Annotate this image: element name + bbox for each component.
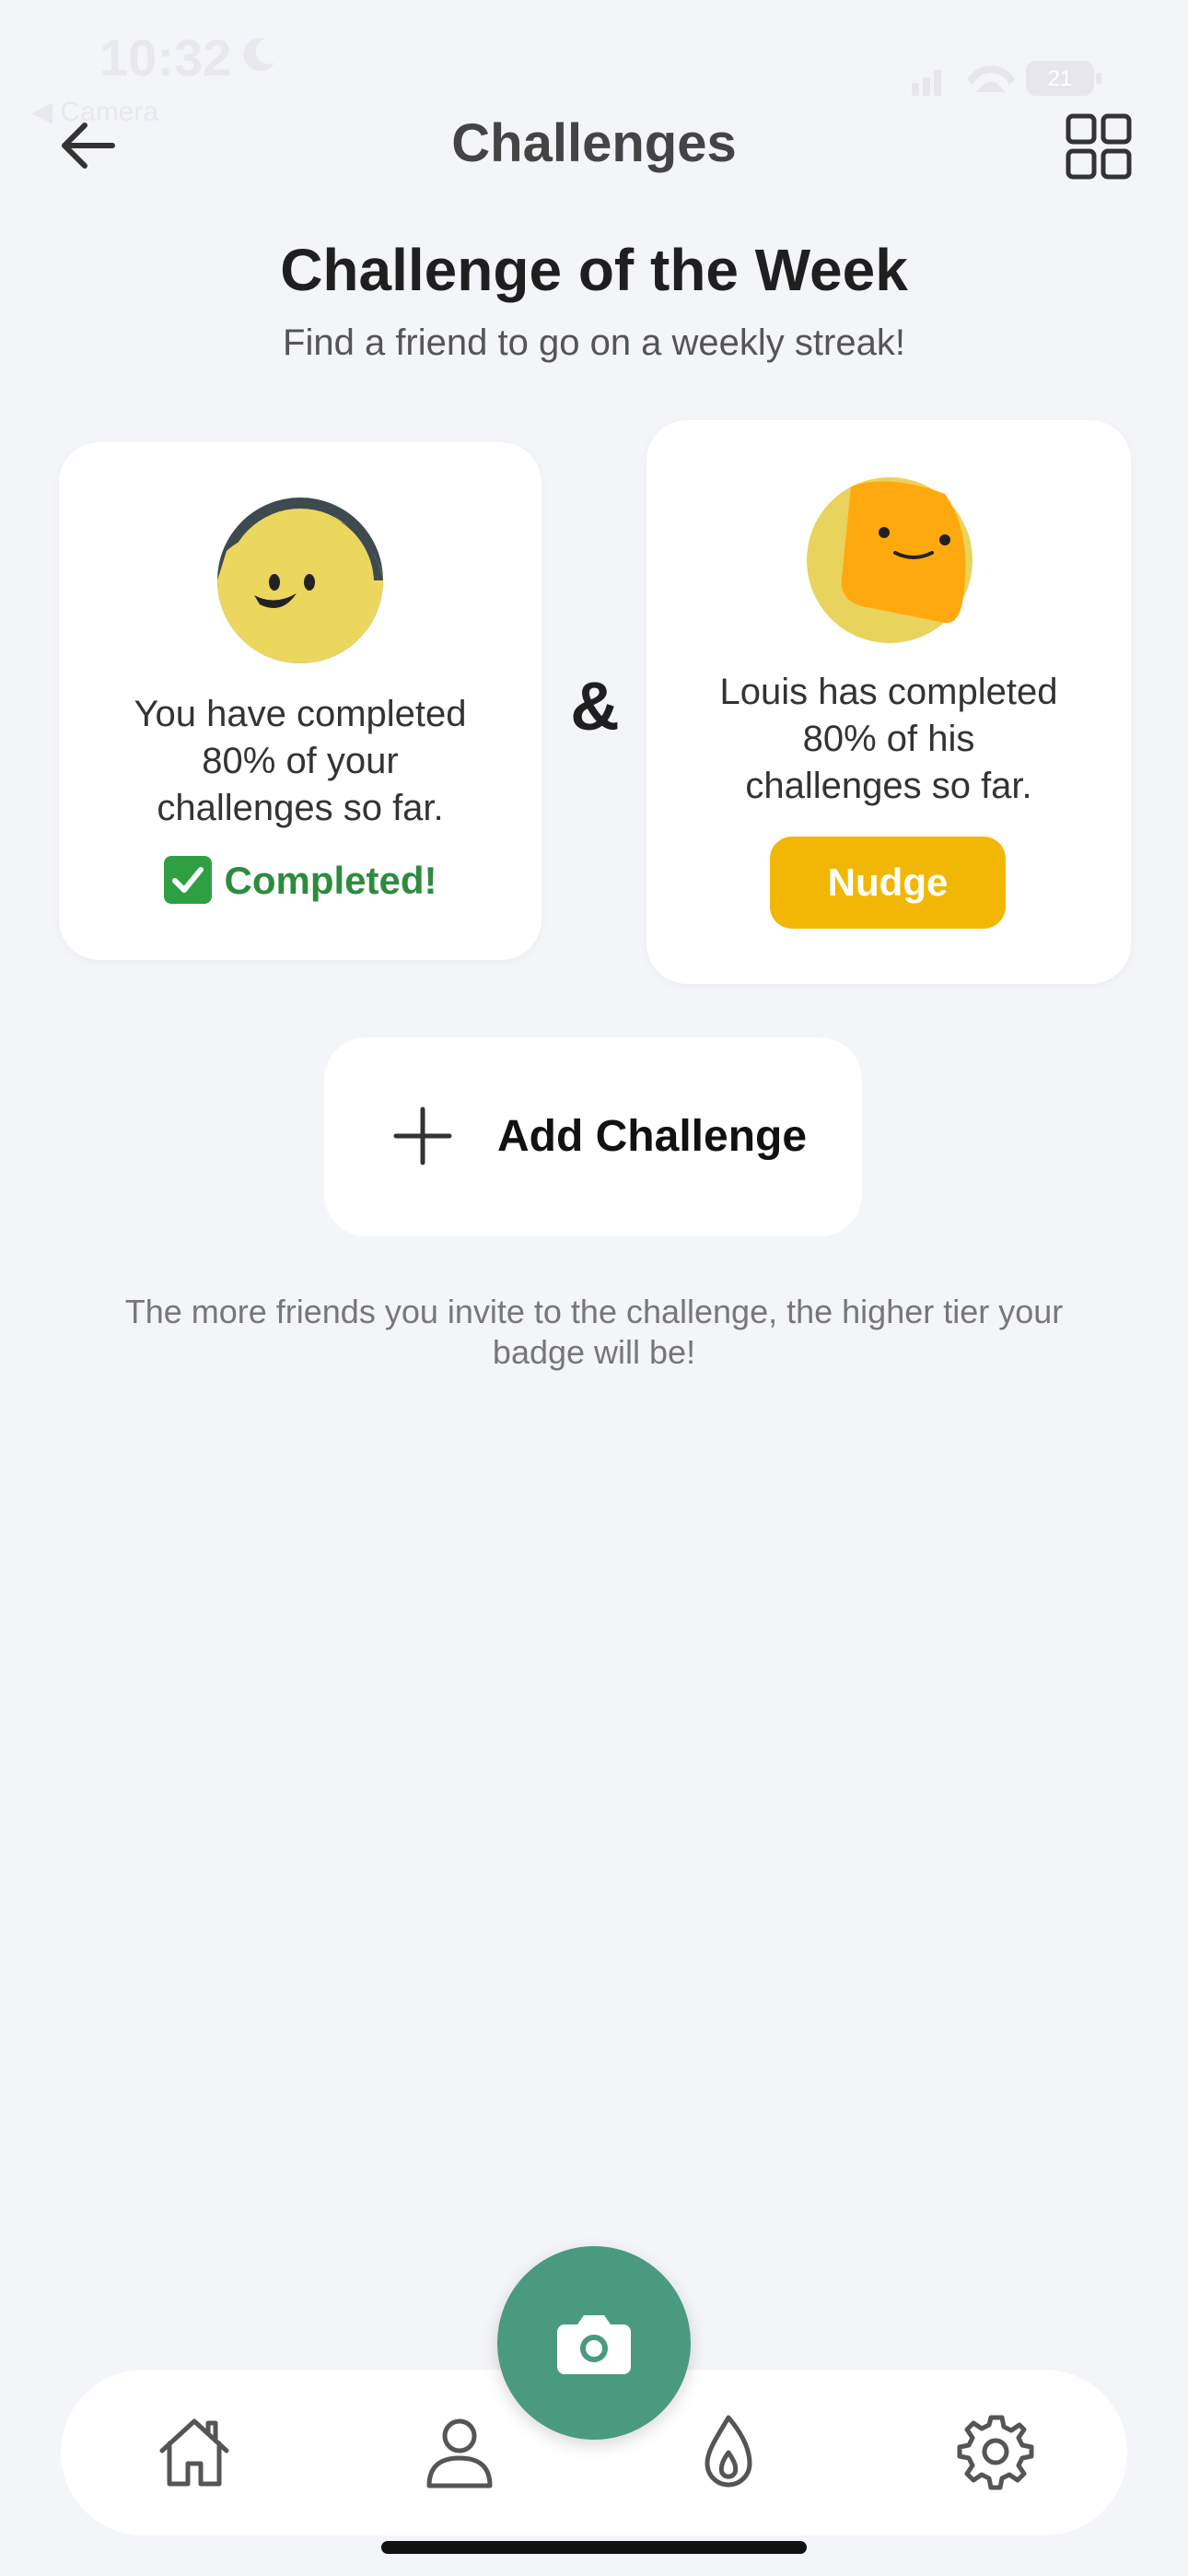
wifi-icon [967,64,1015,92]
page-title: Challenges [451,113,737,173]
ampersand-separator: & [570,668,620,744]
home-icon[interactable] [155,2412,234,2491]
my-progress-card: You have completed 80% of your challenge… [59,442,542,960]
checkmark-icon [163,855,212,904]
completed-status: Completed! [59,855,542,907]
add-challenge-label: Add Challenge [497,1112,808,1161]
signal-icon [912,83,919,96]
status-indicators: 21 [912,61,1101,96]
completed-label: Completed! [224,859,437,902]
moon-icon [243,38,274,72]
invite-hint: The more friends you invite to the chall… [124,1293,1064,1371]
battery-level: 21 [1048,66,1073,91]
friend-progress-line2: 80% of his [802,719,975,759]
camera-icon [557,2315,631,2374]
camera-button[interactable] [497,2246,691,2440]
challenge-week-subtitle: Find a friend to go on a weekly streak! [283,322,905,363]
friend-progress-line3: challenges so far. [745,766,1032,806]
settings-icon[interactable] [956,2412,1035,2491]
add-challenge-button[interactable]: Add Challenge [324,1037,862,1236]
my-avatar [217,498,383,663]
streak-icon[interactable] [689,2412,768,2491]
grid-view-icon[interactable] [1065,112,1133,181]
plus-icon [393,1107,452,1165]
status-time: 10:32 [99,29,232,87]
my-progress-line3: challenges so far. [157,788,444,828]
friend-progress-line1: Louis has completed [719,672,1058,712]
my-progress-line1: You have completed [134,694,467,734]
nudge-button[interactable]: Nudge [770,837,1006,929]
home-indicator [381,2541,807,2554]
challenge-week-title: Challenge of the Week [280,237,908,303]
friend-avatar [807,477,973,643]
my-progress-line2: 80% of your [202,741,399,781]
friend-progress-card: Louis has completed 80% of his challenge… [646,420,1131,984]
profile-icon[interactable] [420,2412,499,2491]
